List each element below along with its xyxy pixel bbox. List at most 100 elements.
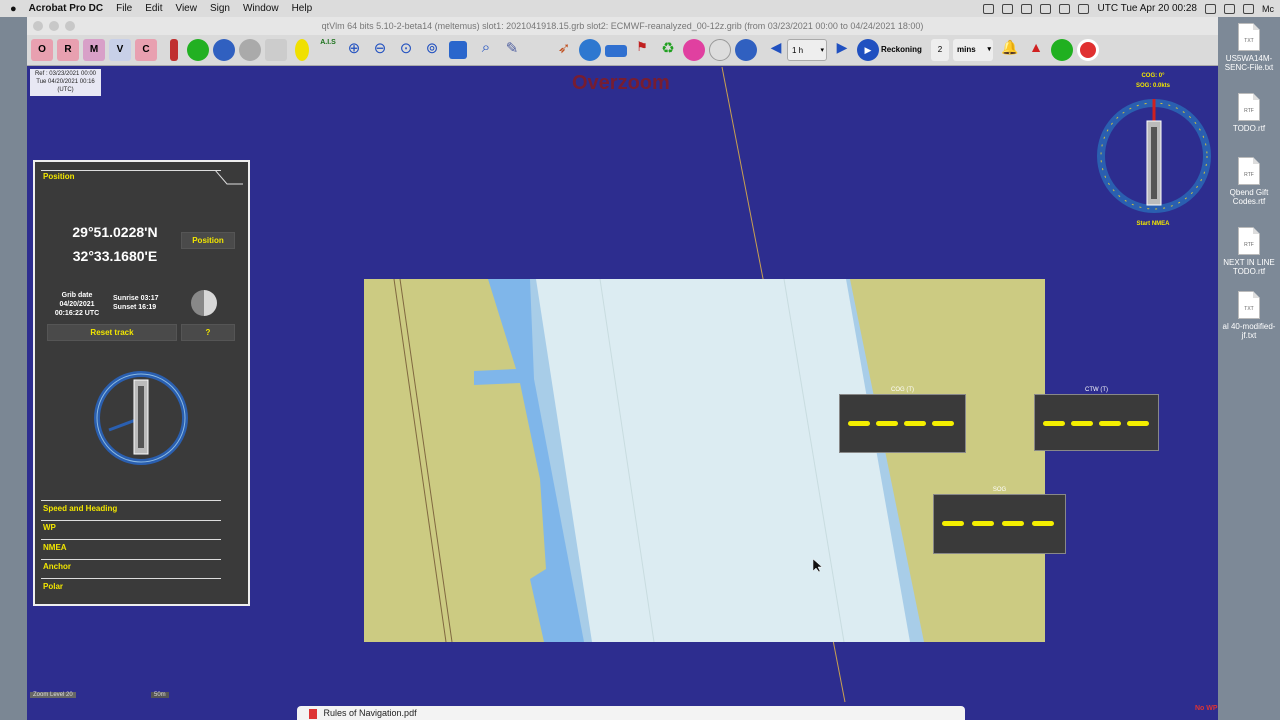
reset-track-button[interactable]: Reset track: [47, 324, 177, 341]
header-bracket: [215, 170, 243, 185]
menu-help[interactable]: Help: [292, 3, 313, 14]
mini-compass: [94, 371, 188, 465]
sog-instrument[interactable]: SOG: [933, 487, 1066, 554]
position-header[interactable]: Position: [43, 172, 75, 181]
desktop-file-name: NEXT IN LINE TODO.rtf: [1223, 258, 1275, 276]
desktop-file-name: al 40-modified-jf.txt: [1222, 322, 1276, 340]
section-divider: [41, 500, 221, 501]
menu-view[interactable]: View: [175, 3, 197, 14]
moon-phase-icon: [191, 290, 217, 316]
section-divider: [41, 559, 221, 560]
status-icon[interactable]: [1021, 3, 1033, 14]
file-extension: RTF: [1244, 108, 1254, 114]
section-divider: [41, 539, 221, 540]
document-icon: TXT: [1238, 291, 1260, 319]
grib-date: 04/20/2021: [59, 301, 95, 308]
zoom-level: Zoom Level 20: [30, 692, 76, 698]
cog-label: COG (T): [891, 387, 914, 393]
section-anchor[interactable]: Anchor: [43, 562, 71, 571]
sog-label: SOG: [992, 487, 1007, 493]
status-icon[interactable]: [1059, 3, 1071, 14]
header-divider: [41, 170, 221, 171]
dash-segment: [848, 421, 870, 426]
control-center-icon[interactable]: [1243, 3, 1254, 14]
section-wp[interactable]: WP: [43, 523, 56, 532]
desktop-file[interactable]: TXT US5WA14M-SENC-File.txt: [1218, 23, 1280, 72]
dash-segment: [1043, 421, 1065, 426]
section-divider: [41, 520, 221, 521]
desktop-file-name: TODO.rtf: [1232, 124, 1266, 133]
app-menu[interactable]: Acrobat Pro DC: [29, 3, 103, 14]
menu-file[interactable]: File: [116, 3, 132, 14]
compass-sog: SOG: 0.0kts: [1135, 83, 1170, 89]
battery-icon[interactable]: [1205, 3, 1216, 14]
wifi-icon[interactable]: [1224, 3, 1235, 14]
desktop: TXT US5WA14M-SENC-File.txt RTF TODO.rtf RTF Q…: [1218, 17, 1280, 720]
dash-segment: [972, 521, 994, 526]
dock-file-name[interactable]: Rules of Navigation.pdf: [324, 708, 417, 718]
menu-sign[interactable]: Sign: [210, 3, 230, 14]
file-extension: TXT: [1244, 38, 1254, 44]
status-area: UTC Tue Apr 20 00:28 Mc: [983, 0, 1274, 17]
dash-segment: [1127, 421, 1149, 426]
desktop-file[interactable]: RTF Qbend Gift Codes.rtf: [1218, 157, 1280, 206]
file-extension: RTF: [1244, 242, 1254, 248]
dash-segment: [942, 521, 964, 526]
dash-segment: [1032, 521, 1054, 526]
sunset: Sunset 16:19: [113, 304, 157, 311]
sun-times: Sunrise 03:17 Sunset 16:19: [105, 294, 169, 312]
dash-segment: [1099, 421, 1121, 426]
menubar-clock[interactable]: UTC Tue Apr 20 00:28: [1097, 3, 1197, 14]
ctw-instrument[interactable]: CTW (T): [1034, 387, 1159, 451]
desktop-file-name: Qbend Gift Codes.rtf: [1229, 188, 1269, 206]
menu-edit[interactable]: Edit: [145, 3, 162, 14]
grib-time: 00:16:22 UTC: [54, 310, 100, 317]
compass-ring: [1097, 99, 1211, 213]
section-polar[interactable]: Polar: [43, 582, 63, 591]
desktop-file[interactable]: RTF TODO.rtf: [1218, 93, 1280, 133]
sunrise: Sunrise 03:17: [113, 295, 159, 302]
help-button[interactable]: ?: [181, 324, 235, 341]
document-icon: TXT: [1238, 23, 1260, 51]
macos-menubar: ● Acrobat Pro DC File Edit View Sign Win…: [0, 0, 1280, 17]
apple-icon[interactable]: ●: [10, 3, 17, 15]
channel-drawing: [393, 279, 924, 642]
scale-bar: 50m: [151, 692, 169, 698]
status-icon[interactable]: [1078, 3, 1090, 14]
section-speed-heading[interactable]: Speed and Heading: [43, 504, 117, 513]
coordinates: 29°51.0228'N 32°33.1680'E: [35, 220, 195, 268]
document-icon: RTF: [1238, 157, 1260, 185]
dash-segment: [876, 421, 898, 426]
position-button[interactable]: Position: [181, 232, 235, 249]
status-icon[interactable]: [1002, 3, 1014, 14]
big-compass[interactable]: [1095, 97, 1213, 215]
dashboard-panel: Position 29°51.0228'N 32°33.1680'E Posit…: [33, 160, 250, 606]
start-nmea-label[interactable]: Start NMEA: [1129, 221, 1177, 227]
qtvlm-window: qtVlm 64 bits 5.10-2-beta14 (meltemus) s…: [27, 17, 1218, 720]
spotlight-icon[interactable]: Mc: [1262, 4, 1274, 14]
grib-date-block: Grib date 04/20/2021 00:16:22 UTC: [47, 291, 107, 318]
desktop-file[interactable]: TXT al 40-modified-jf.txt: [1218, 291, 1280, 340]
compass-cog: COG: 0°: [1141, 73, 1165, 79]
document-icon: RTF: [1238, 93, 1260, 121]
mouse-cursor: [813, 559, 823, 573]
section-nmea[interactable]: NMEA: [43, 543, 67, 552]
menu-window[interactable]: Window: [243, 3, 279, 14]
longitude: 32°33.1680'E: [72, 248, 158, 264]
cog-instrument[interactable]: COG (T): [839, 387, 966, 453]
desktop-file-name: US5WA14M-SENC-File.txt: [1224, 54, 1274, 72]
dash-segment: [932, 421, 954, 426]
chart-map[interactable]: [364, 279, 1045, 642]
status-icon[interactable]: [983, 3, 995, 14]
desktop-file[interactable]: RTF NEXT IN LINE TODO.rtf: [1218, 227, 1280, 276]
dock-file-bar[interactable]: Rules of Navigation.pdf: [297, 706, 965, 720]
file-extension: RTF: [1244, 172, 1254, 178]
status-icon[interactable]: [1040, 3, 1052, 14]
dash-segment: [904, 421, 926, 426]
dash-segment: [1071, 421, 1093, 426]
ctw-label: CTW (T): [1085, 387, 1108, 393]
grib-date-label: Grib date: [61, 292, 93, 299]
pdf-icon: [309, 708, 317, 719]
dash-segment: [1002, 521, 1024, 526]
document-icon: RTF: [1238, 227, 1260, 255]
